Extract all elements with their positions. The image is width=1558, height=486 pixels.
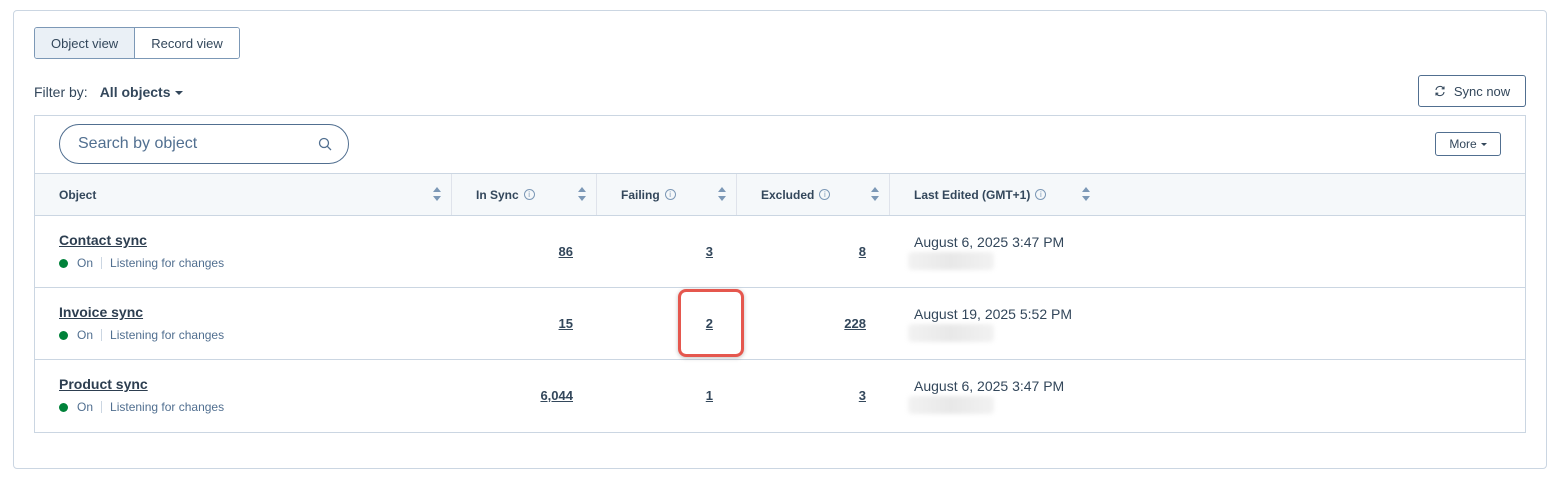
filter-value: All objects (99, 84, 171, 100)
record-view-button[interactable]: Record view (134, 28, 239, 58)
table-row: Invoice sync On Listening for changes 15… (35, 288, 1525, 360)
excluded-count-link[interactable]: 3 (859, 388, 866, 403)
info-icon[interactable]: i (664, 189, 676, 200)
filter-dropdown[interactable]: All objects (100, 84, 184, 100)
sort-icon[interactable] (718, 187, 726, 201)
divider (101, 401, 103, 413)
last-edited-date: August 6, 2025 3:47 PM (914, 378, 1065, 394)
failing-count-link[interactable]: 3 (706, 244, 713, 259)
sync-now-label: Sync now (1453, 83, 1511, 99)
caret-down-icon (1480, 142, 1487, 146)
status-text: On (77, 400, 94, 414)
sync-table: More Object In Sync i Failing i Excluded… (34, 115, 1526, 433)
column-label: Excluded (761, 187, 815, 202)
status-detail: Listening for changes (110, 400, 225, 414)
search-input[interactable] (76, 134, 318, 154)
sync-card: Object view Record view Filter by: All o… (13, 10, 1547, 469)
table-row: Product sync On Listening for changes 6,… (35, 360, 1525, 432)
more-label: More (1449, 137, 1477, 151)
column-header-excluded[interactable]: Excluded i (737, 174, 890, 215)
view-toggle: Object view Record view (34, 27, 240, 59)
filter-label: Filter by: (34, 84, 88, 100)
status-text: On (77, 256, 94, 270)
column-label: Object (59, 187, 97, 202)
sort-icon[interactable] (871, 187, 879, 201)
search-box (59, 124, 349, 164)
table-toolbar: More (35, 116, 1525, 173)
refresh-icon (1435, 85, 1445, 97)
info-icon[interactable]: i (1035, 189, 1047, 200)
info-icon[interactable]: i (523, 189, 535, 200)
object-link[interactable]: Invoice sync (59, 304, 143, 320)
sort-icon[interactable] (433, 187, 441, 201)
in-sync-count-link[interactable]: 6,044 (540, 388, 573, 403)
status-on-icon (59, 402, 68, 412)
object-view-button[interactable]: Object view (35, 28, 135, 58)
divider (101, 257, 103, 269)
sort-icon[interactable] (578, 187, 586, 201)
redacted-editor (908, 252, 994, 270)
divider (101, 329, 103, 341)
in-sync-count-link[interactable]: 15 (559, 316, 573, 331)
column-header-failing[interactable]: Failing i (597, 174, 737, 215)
sync-now-button[interactable]: Sync now (1418, 75, 1526, 107)
search-icon[interactable] (318, 137, 332, 151)
table-header: Object In Sync i Failing i Excluded i La… (35, 173, 1525, 216)
in-sync-count-link[interactable]: 86 (559, 244, 573, 259)
info-icon[interactable]: i (819, 189, 831, 200)
column-label: Failing (621, 187, 660, 202)
status-on-icon (59, 258, 68, 268)
column-header-in-sync[interactable]: In Sync i (452, 174, 597, 215)
last-edited-date: August 19, 2025 5:52 PM (914, 306, 1072, 322)
redacted-editor (908, 324, 994, 342)
object-link[interactable]: Contact sync (59, 232, 147, 248)
redacted-editor (908, 396, 994, 414)
column-header-last-edited[interactable]: Last Edited (GMT+1) i (890, 174, 1100, 215)
excluded-count-link[interactable]: 8 (859, 244, 866, 259)
status-text: On (77, 328, 94, 342)
status-on-icon (59, 330, 68, 340)
excluded-count-link[interactable]: 228 (844, 316, 866, 331)
more-button[interactable]: More (1435, 132, 1501, 156)
table-row: Contact sync On Listening for changes 86… (35, 216, 1525, 288)
object-status: On Listening for changes (59, 328, 224, 342)
caret-down-icon (175, 91, 184, 96)
column-label: Last Edited (GMT+1) (914, 187, 1031, 202)
filter-row: Filter by: All objects (34, 81, 184, 103)
last-edited-date: August 6, 2025 3:47 PM (914, 234, 1065, 250)
sort-icon[interactable] (1082, 187, 1090, 201)
status-detail: Listening for changes (110, 328, 225, 342)
failing-count-link[interactable]: 2 (706, 316, 713, 331)
object-link[interactable]: Product sync (59, 376, 148, 392)
failing-count-link[interactable]: 1 (706, 388, 713, 403)
column-label: In Sync (476, 187, 519, 202)
status-detail: Listening for changes (110, 256, 225, 270)
object-status: On Listening for changes (59, 400, 224, 414)
column-header-object[interactable]: Object (35, 174, 452, 215)
object-status: On Listening for changes (59, 256, 224, 270)
